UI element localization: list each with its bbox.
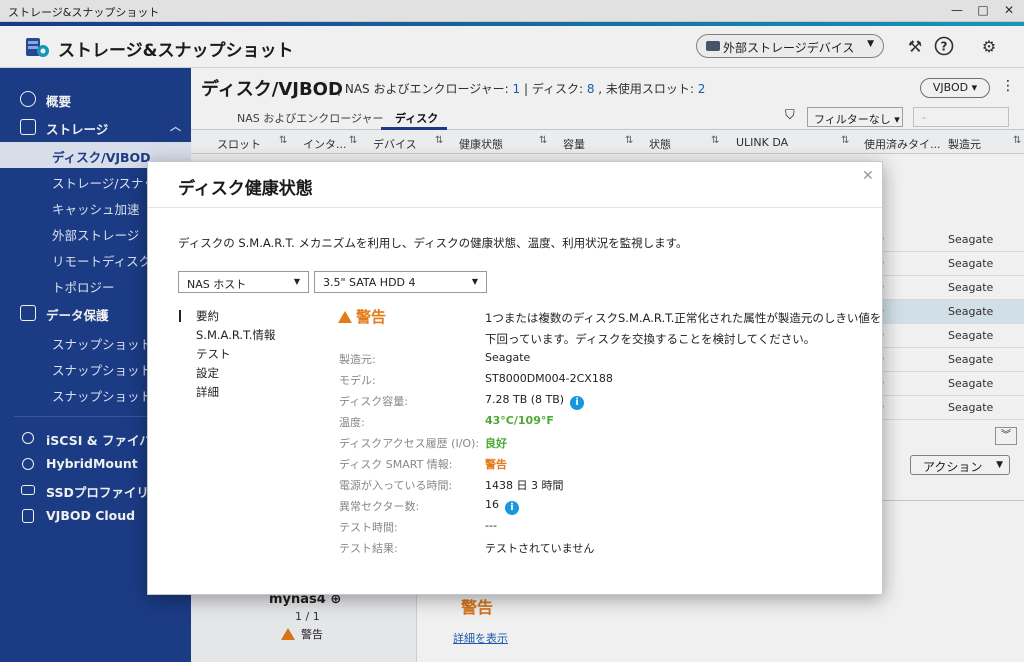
prop-value-manufacturer: Seagate [485,351,531,364]
prop-label-power-on-time: 電源が入っている時間: [339,479,453,492]
nav-smart-info[interactable]: S.M.A.R.T.情報 [196,327,275,343]
prop-value-capacity: 7.28 TB (8 TB) i [485,393,585,410]
prop-value-model: ST8000DM004-2CX188 [485,372,613,385]
nav-details[interactable]: 詳細 [196,384,219,400]
disk-health-dialog: ディスク健康状態 ✕ ディスクの S.M.A.R.T. メカニズムを利用し、ディ… [147,161,883,595]
chevron-down-icon: ▼ [293,277,300,286]
bad-sectors-text: 16 [485,498,499,511]
info-icon[interactable]: i [505,501,519,515]
host-select-value: NAS ホスト [187,278,247,291]
close-icon[interactable]: ✕ [862,168,874,184]
prop-value-io-history: 良好 [485,437,507,450]
health-status-text: 警告 [356,308,387,326]
warning-message: 1つまたは複数のディスクS.M.A.R.T.正常化された属性が製造元のしきい値を… [485,311,882,346]
host-select[interactable]: NAS ホスト ▼ [178,271,309,293]
prop-label-manufacturer: 製造元: [339,353,376,366]
prop-value-test-result: テストされていません [485,542,595,555]
prop-label-model: モデル: [339,374,376,387]
dialog-description: ディスクの S.M.A.R.T. メカニズムを利用し、ディスクの健康状態、温度、… [178,236,688,250]
prop-label-test-time: テスト時間: [339,521,398,534]
prop-value-bad-sectors: 16 i [485,498,519,515]
prop-label-bad-sectors: 異常セクター数: [339,500,420,513]
capacity-text: 7.28 TB (8 TB) [485,393,565,406]
disk-select[interactable]: 3.5" SATA HDD 4 ▼ [314,271,487,293]
prop-label-capacity: ディスク容量: [339,395,408,408]
prop-label-io-history: ディスクアクセス履歴 (I/O): [339,437,480,450]
prop-value-power-on-time: 1438 日 3 時間 [485,479,564,492]
prop-label-smart-info: ディスク SMART 情報: [339,458,453,471]
prop-label-test-result: テスト結果: [339,542,398,555]
chevron-down-icon: ▼ [471,277,478,286]
prop-value-temperature: 43°C/109°F [485,414,554,427]
dialog-divider [148,207,882,208]
nav-active-indicator [179,310,181,322]
prop-value-smart-info: 警告 [485,458,507,471]
nav-settings[interactable]: 設定 [196,365,219,381]
warning-icon [338,311,352,323]
prop-label-temperature: 温度: [339,416,365,429]
disk-select-value: 3.5" SATA HDD 4 [323,276,416,289]
prop-value-test-time: --- [485,519,497,532]
dialog-title: ディスク健康状態 [178,179,313,199]
health-status-heading: 警告 [338,306,386,327]
nav-summary[interactable]: 要約 [196,308,219,324]
nav-test[interactable]: テスト [196,346,231,362]
info-icon[interactable]: i [570,396,585,410]
